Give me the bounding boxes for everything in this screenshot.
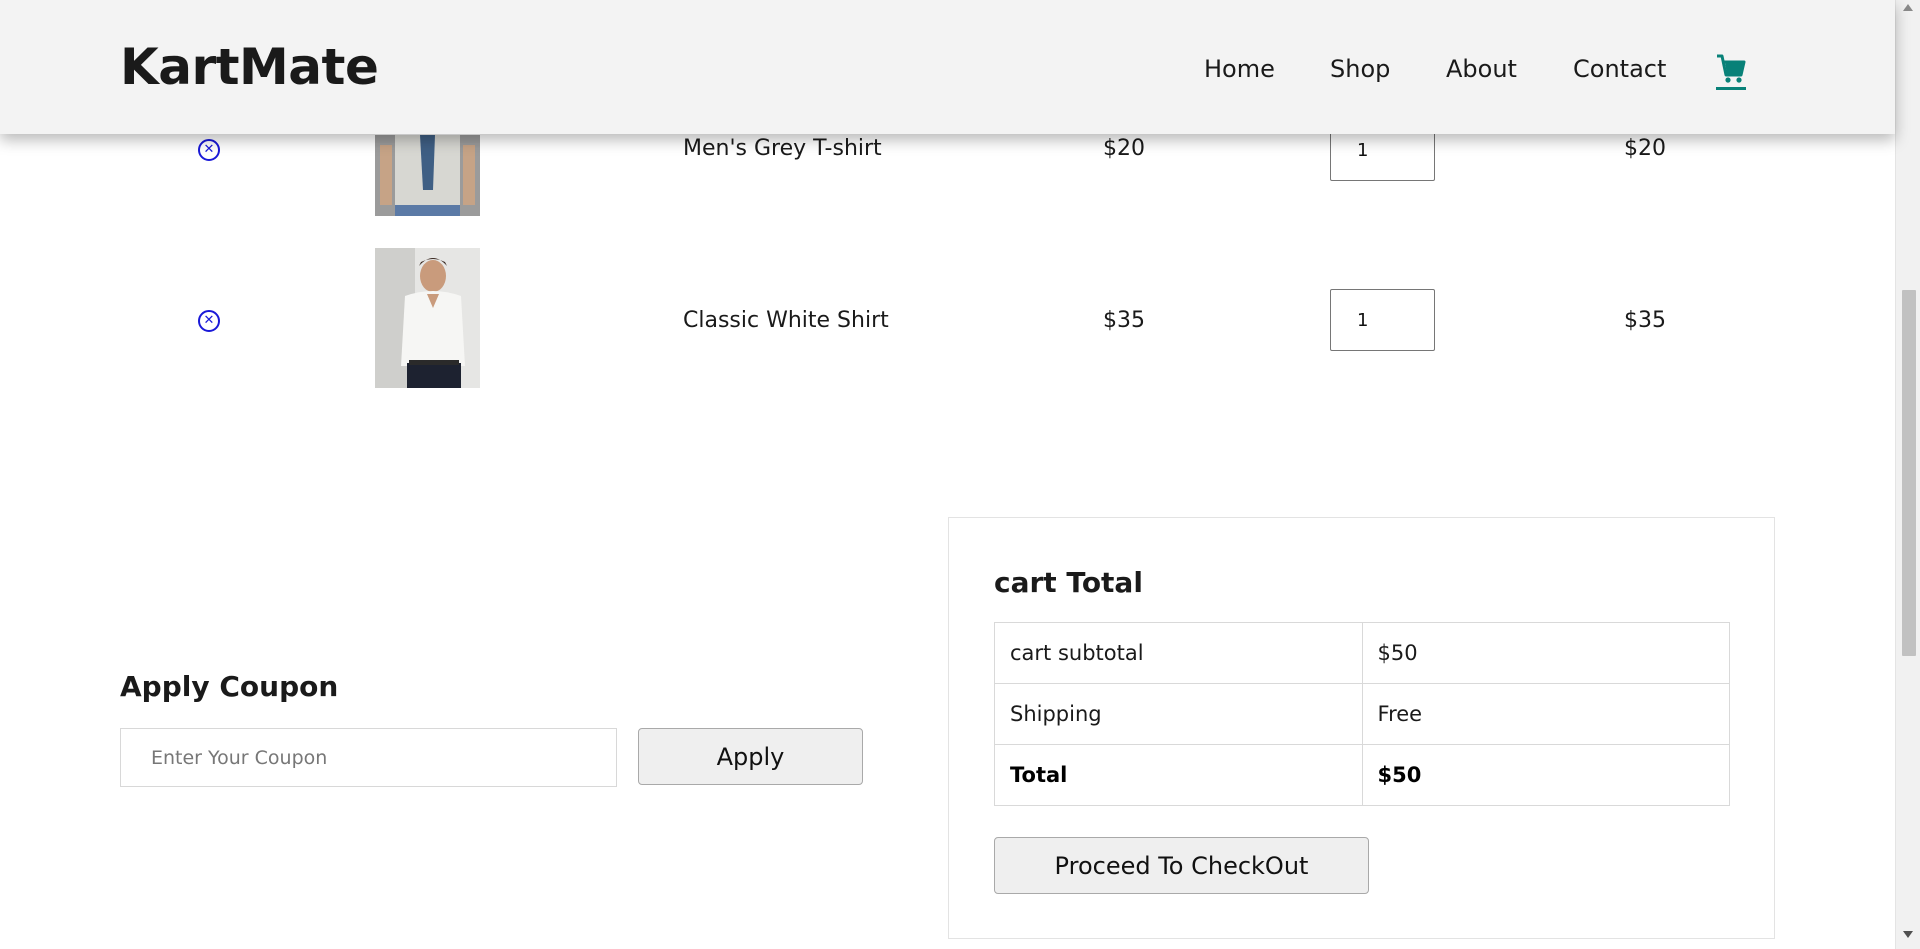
coupon-title: Apply Coupon	[120, 670, 339, 703]
product-subtotal: $35	[1624, 308, 1666, 333]
site-header: KartMate Home Shop About Contact	[0, 0, 1895, 134]
product-image	[375, 248, 480, 388]
nav-contact-link[interactable]: Contact	[1573, 55, 1666, 83]
total-label: Shipping	[994, 683, 1363, 745]
total-row-subtotal: cart subtotal $50	[994, 622, 1731, 684]
product-name[interactable]: Men's Grey T-shirt	[683, 136, 882, 161]
proceed-to-checkout-button[interactable]: Proceed To CheckOut	[994, 837, 1369, 894]
total-row-shipping: Shipping Free	[994, 683, 1731, 745]
quantity-input[interactable]	[1330, 289, 1435, 351]
product-price: $35	[1103, 308, 1145, 333]
cart-total-panel: cart Total cart subtotal $50 Shipping Fr…	[948, 517, 1775, 939]
total-value: Free	[1361, 683, 1731, 745]
shopping-cart-icon[interactable]	[1716, 53, 1746, 91]
apply-coupon-button[interactable]: Apply	[638, 728, 863, 785]
total-value: $50	[1361, 622, 1731, 684]
cart-total-table: cart subtotal $50 Shipping Free Total $5…	[994, 622, 1731, 806]
product-name[interactable]: Classic White Shirt	[683, 308, 889, 333]
total-row-total: Total $50	[994, 744, 1731, 806]
product-subtotal: $20	[1624, 136, 1666, 161]
product-image	[375, 135, 480, 216]
remove-item-icon[interactable]: ✕	[198, 139, 220, 161]
total-label: Total	[994, 744, 1363, 806]
remove-item-icon[interactable]: ✕	[198, 310, 220, 332]
scrollbar-thumb[interactable]	[1902, 290, 1916, 656]
coupon-input[interactable]	[120, 728, 617, 787]
scroll-down-arrow-icon[interactable]	[1903, 931, 1913, 938]
nav-home-link[interactable]: Home	[1204, 55, 1275, 83]
nav-about-link[interactable]: About	[1446, 55, 1517, 83]
total-label: cart subtotal	[994, 622, 1363, 684]
scroll-up-arrow-icon[interactable]	[1903, 4, 1913, 11]
cart-total-title: cart Total	[994, 566, 1143, 599]
product-price: $20	[1103, 136, 1145, 161]
brand-logo[interactable]: KartMate	[120, 38, 379, 96]
nav-shop-link[interactable]: Shop	[1330, 55, 1390, 83]
page-scrollbar[interactable]	[1895, 0, 1920, 949]
total-value: $50	[1361, 744, 1731, 806]
